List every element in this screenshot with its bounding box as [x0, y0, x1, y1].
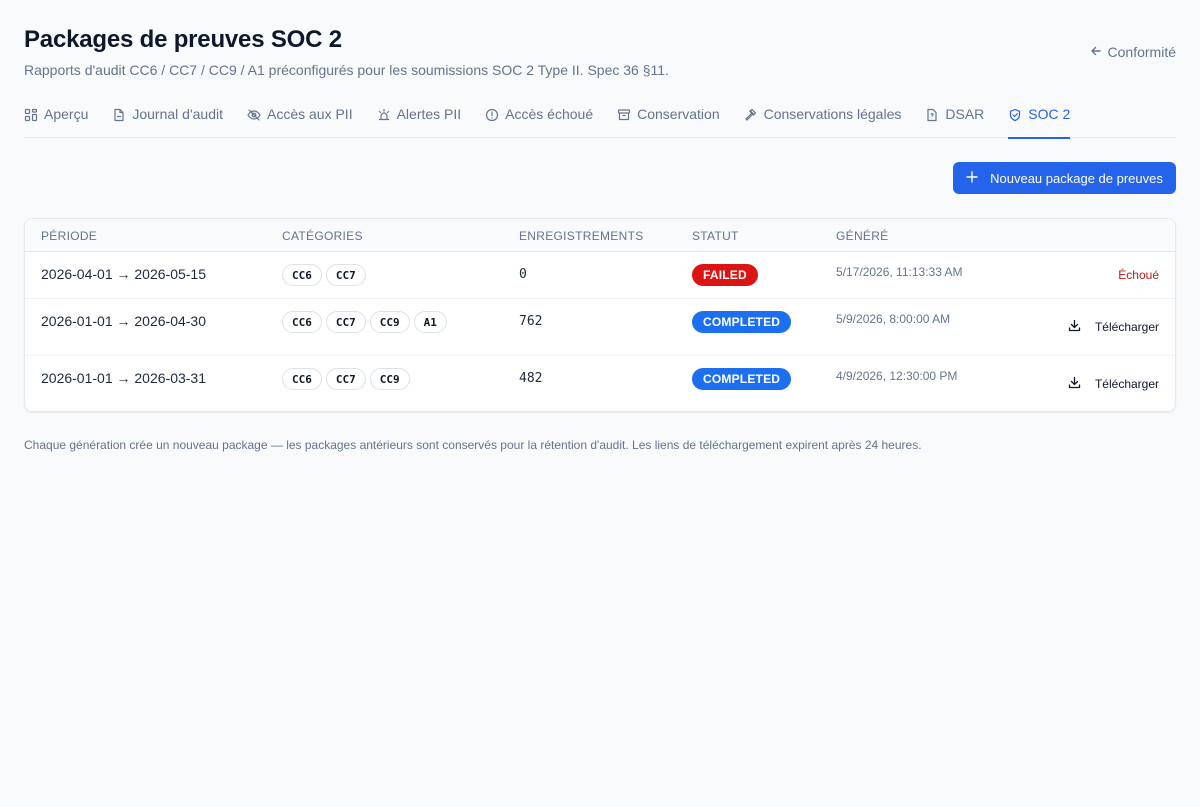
alert-circle-icon — [485, 106, 499, 125]
column-header-generated: GÉNÉRÉ — [836, 229, 889, 243]
page-title: Packages de preuves SOC 2 — [24, 26, 342, 53]
column-header-period: PÉRIODE — [41, 229, 98, 243]
column-header-categories: CATÉGORIES — [282, 229, 363, 243]
tab-label: Journal d'audit — [132, 106, 223, 122]
categories-cell: CC6 CC7 CC9 A1 — [282, 311, 447, 333]
column-header-status: STATUT — [692, 229, 739, 243]
table-row: 2026-01-01 → 2026-03-31 CC6 CC7 CC9 482 … — [25, 356, 1175, 411]
records-cell: 0 — [519, 267, 527, 282]
tab-pii-alerts[interactable]: Alertes PII — [377, 98, 462, 138]
tab-label: Conservations légales — [763, 106, 902, 122]
page-header: Packages de preuves SOC 2 Rapports d'aud… — [24, 0, 1176, 90]
tab-label: Aperçu — [44, 106, 89, 122]
table-row: 2026-04-01 → 2026-05-15 CC6 CC7 0 FAILED… — [25, 252, 1175, 299]
category-chip: CC9 — [369, 311, 410, 333]
evidence-packages-table: PÉRIODE CATÉGORIES ENREGISTREMENTS STATU… — [24, 218, 1176, 412]
category-chip: CC9 — [369, 368, 410, 390]
arrow-left-icon — [1090, 44, 1102, 60]
tab-pii-access[interactable]: Accès aux PII — [247, 98, 353, 138]
eye-off-icon — [247, 106, 261, 125]
page-subtitle: Rapports d'audit CC6 / CC7 / CC9 / A1 pr… — [24, 62, 669, 78]
status-badge: FAILED — [692, 264, 758, 286]
category-chip: CC7 — [325, 264, 366, 286]
new-package-label: Nouveau package de preuves — [990, 170, 1163, 186]
document-icon — [925, 106, 939, 125]
page: Packages de preuves SOC 2 Rapports d'aud… — [24, 0, 1176, 452]
tab-bar: Aperçu Journal d'audit Accès aux PII Ale… — [24, 98, 1176, 139]
tab-overview[interactable]: Aperçu — [24, 98, 88, 138]
tab-retention[interactable]: Conservation — [617, 98, 720, 138]
period-cell: 2026-01-01 → 2026-04-30 — [41, 313, 207, 329]
generated-cell: 4/9/2026, 12:30:00 PM — [836, 369, 958, 383]
tab-label: Alertes PII — [396, 106, 462, 122]
period-cell: 2026-01-01 → 2026-03-31 — [41, 370, 207, 386]
footnote: Chaque génération crée un nouveau packag… — [24, 438, 922, 452]
back-link-label: Conformité — [1107, 44, 1176, 60]
category-chip: A1 — [413, 311, 447, 333]
download-button[interactable]: Télécharger — [1068, 319, 1159, 335]
category-chip: CC7 — [325, 368, 366, 390]
tab-label: SOC 2 — [1028, 106, 1071, 122]
status-badge: COMPLETED — [692, 311, 792, 333]
siren-icon — [377, 106, 391, 125]
records-cell: 762 — [519, 314, 543, 329]
records-cell: 482 — [519, 371, 543, 386]
category-chip: CC6 — [282, 368, 322, 390]
table-row: 2026-01-01 → 2026-04-30 CC6 CC7 CC9 A1 7… — [25, 299, 1175, 356]
tab-label: Accès aux PII — [266, 106, 353, 122]
tab-audit-log[interactable]: Journal d'audit — [112, 98, 223, 138]
file-icon — [112, 106, 126, 125]
categories-cell: CC6 CC7 CC9 — [282, 368, 410, 390]
period-cell: 2026-04-01 → 2026-05-15 — [41, 266, 207, 282]
tab-dsar[interactable]: DSAR — [925, 98, 984, 138]
table-header: PÉRIODE CATÉGORIES ENREGISTREMENTS STATU… — [25, 219, 1175, 252]
grid-icon — [24, 106, 38, 125]
column-header-records: ENREGISTREMENTS — [519, 229, 644, 243]
back-to-compliance-link[interactable]: Conformité — [1090, 44, 1176, 60]
shield-check-icon — [1008, 106, 1022, 125]
download-icon — [1068, 376, 1081, 392]
new-evidence-package-button[interactable]: Nouveau package de preuves — [953, 162, 1176, 194]
tab-soc2[interactable]: SOC 2 — [1008, 98, 1071, 139]
download-label: Télécharger — [1094, 320, 1159, 334]
download-icon — [1068, 319, 1081, 335]
category-chip: CC7 — [325, 311, 366, 333]
category-chip: CC6 — [282, 311, 322, 333]
tab-failed-access[interactable]: Accès échoué — [485, 98, 593, 138]
download-label: Télécharger — [1094, 377, 1159, 391]
failed-label: Échoué — [1118, 268, 1159, 282]
category-chip: CC6 — [282, 264, 322, 286]
plus-icon — [966, 170, 978, 186]
download-button[interactable]: Télécharger — [1068, 376, 1159, 392]
archive-icon — [617, 106, 631, 125]
tab-label: Conservation — [637, 106, 720, 122]
status-badge: COMPLETED — [692, 368, 792, 390]
tab-label: DSAR — [945, 106, 985, 122]
tab-legal-holds[interactable]: Conservations légales — [744, 98, 902, 138]
generated-cell: 5/17/2026, 11:13:33 AM — [836, 265, 963, 279]
generated-cell: 5/9/2026, 8:00:00 AM — [836, 312, 951, 326]
categories-cell: CC6 CC7 — [282, 264, 366, 286]
tab-label: Accès échoué — [505, 106, 594, 122]
gavel-icon — [744, 106, 758, 125]
